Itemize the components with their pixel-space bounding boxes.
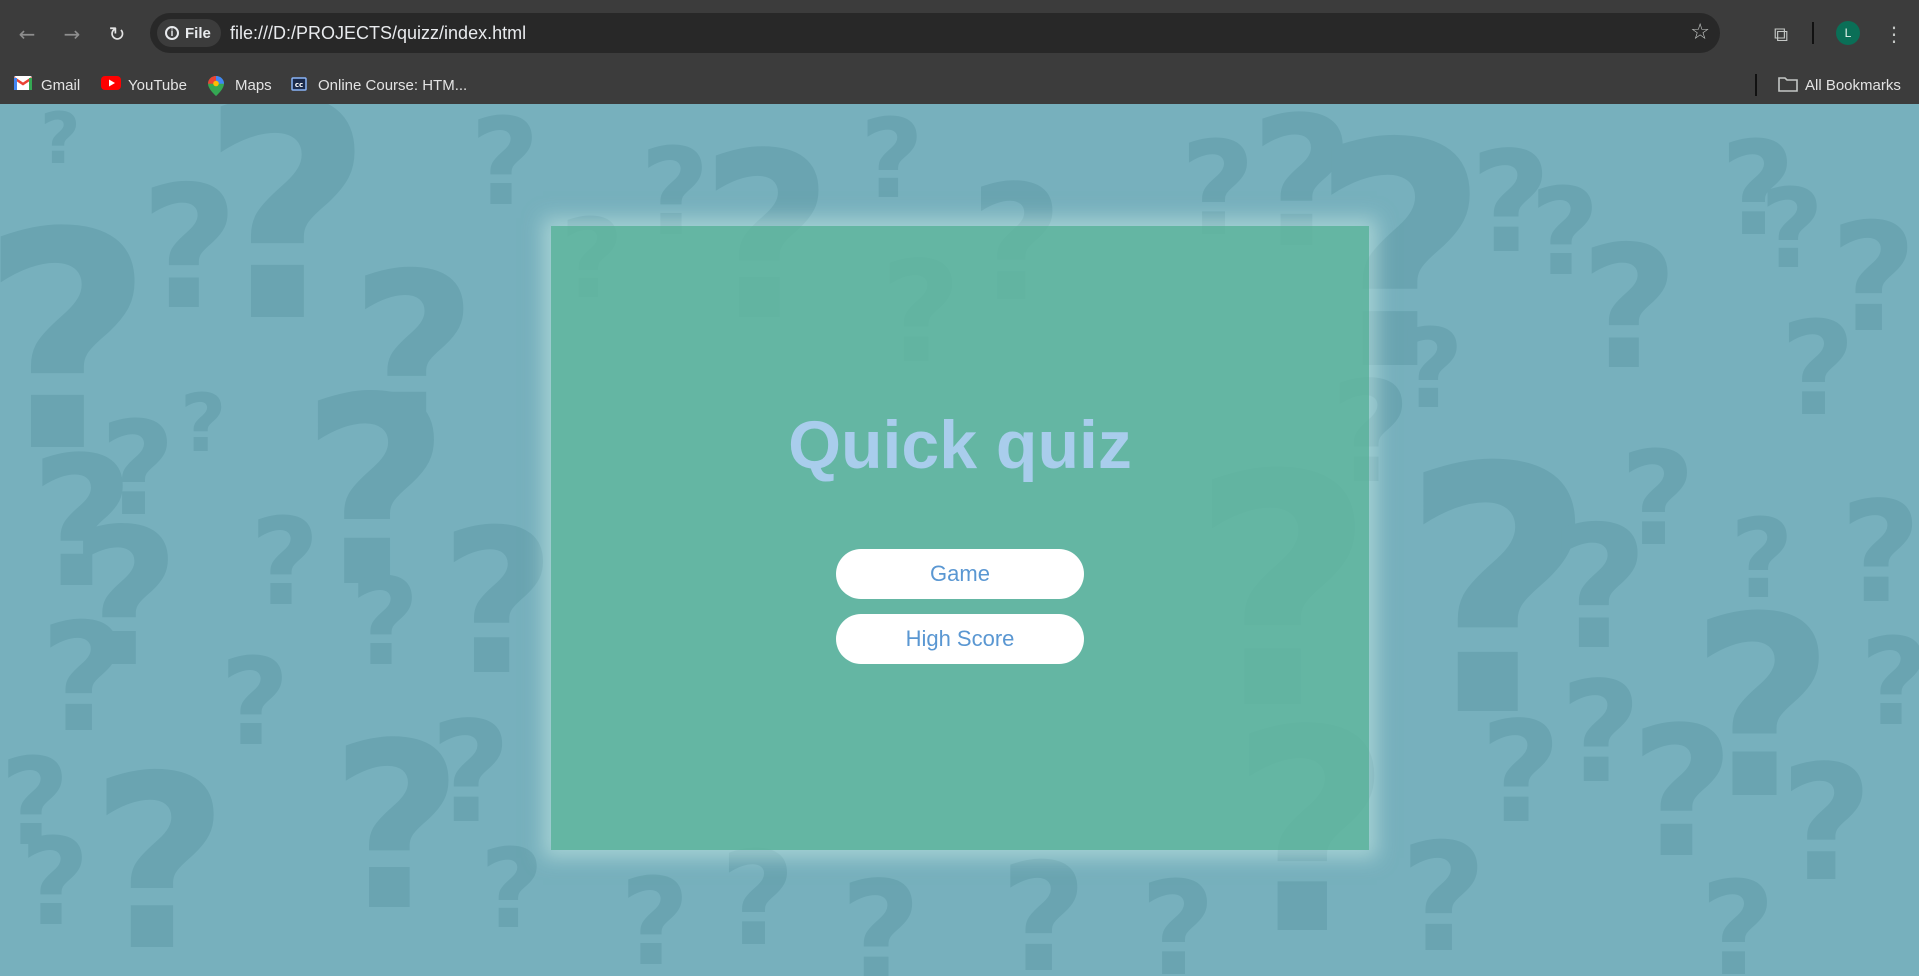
back-arrow-icon[interactable]: ← [9, 16, 45, 52]
question-mark-decoration: ? [440, 487, 557, 720]
gmail-icon [13, 76, 33, 94]
bookmark-youtube[interactable]: YouTube [101, 66, 187, 104]
url-text[interactable]: file:///D:/PROJECTS/quizz/index.html [230, 23, 526, 44]
youtube-icon [101, 76, 121, 94]
question-mark-decoration: ? [1140, 853, 1216, 976]
bookmarks-divider [1755, 74, 1757, 96]
svg-text:cc: cc [295, 81, 303, 89]
question-mark-decoration: ? [1780, 293, 1856, 445]
page-title: Quick quiz [788, 407, 1132, 483]
forward-arrow-icon[interactable]: → [54, 16, 90, 52]
quiz-card: Quick quiz Game High Score [551, 226, 1369, 850]
high-score-button[interactable]: High Score [836, 614, 1084, 664]
address-bar[interactable]: i File file:///D:/PROJECTS/quizz/index.h… [150, 13, 1720, 53]
question-mark-decoration: ? [20, 814, 90, 953]
bookmark-gmail[interactable]: Gmail [13, 66, 81, 104]
question-mark-decoration: ? [1700, 853, 1776, 976]
question-mark-decoration: ? [840, 852, 922, 976]
extensions-icon[interactable]: ⧉ [1763, 16, 1799, 52]
browser-toolbar: ← → ↻ i File file:///D:/PROJECTS/quizz/i… [0, 0, 1919, 66]
bookmark-label: Gmail [41, 76, 81, 94]
bookmark-label: YouTube [128, 76, 187, 94]
question-mark-decoration: ? [1860, 624, 1919, 744]
question-mark-decoration: ? [1840, 472, 1919, 635]
folder-icon [1778, 76, 1798, 94]
question-mark-decoration: ? [860, 104, 924, 223]
info-icon: i [165, 26, 179, 40]
question-mark-decoration: ? [1000, 832, 1088, 976]
maps-icon [208, 76, 226, 96]
bookmark-star-icon[interactable]: ☆ [1690, 20, 1710, 45]
site-info-chip[interactable]: i File [157, 19, 221, 47]
question-mark-decoration: ? [1760, 165, 1824, 293]
bookmark-label: Online Course: HTM... [318, 76, 468, 94]
reload-icon[interactable]: ↻ [99, 16, 135, 52]
game-button[interactable]: Game [836, 549, 1084, 599]
browser-chrome: ← → ↻ i File file:///D:/PROJECTS/quizz/i… [0, 0, 1919, 104]
profile-avatar[interactable]: L [1836, 21, 1860, 45]
quiz-page: ????????????????????????????????????????… [0, 104, 1919, 976]
question-mark-decoration: ? [480, 825, 544, 953]
course-icon: cc [291, 76, 309, 94]
question-mark-decoration: ? [200, 104, 375, 388]
question-mark-decoration: ? [1580, 210, 1679, 408]
bookmark-online-course[interactable]: cc Online Course: HTM... [291, 66, 467, 104]
all-bookmarks-button[interactable]: All Bookmarks [1778, 66, 1901, 104]
bookmark-maps[interactable]: Maps [208, 66, 272, 104]
question-mark-decoration: ? [470, 104, 540, 233]
all-bookmarks-label: All Bookmarks [1805, 76, 1901, 94]
menu-kebab-icon[interactable]: ⋮ [1876, 16, 1912, 52]
question-mark-decoration: ? [430, 692, 512, 855]
question-mark-decoration: ? [180, 377, 227, 470]
question-mark-decoration: ? [1480, 692, 1562, 855]
bookmark-label: Maps [235, 76, 272, 94]
question-mark-decoration: ? [1620, 423, 1696, 575]
question-mark-decoration: ? [620, 854, 690, 976]
bookmarks-bar: Gmail YouTube Maps cc Online Course: HTM… [0, 66, 1919, 104]
question-mark-decoration: ? [40, 104, 81, 180]
question-mark-decoration: ? [1780, 730, 1873, 917]
question-mark-decoration: ? [90, 724, 230, 976]
site-chip-label: File [185, 24, 211, 42]
question-mark-decoration: ? [1400, 812, 1488, 976]
question-mark-decoration: ? [350, 554, 420, 693]
toolbar-divider [1812, 22, 1814, 44]
question-mark-decoration: ? [220, 634, 290, 773]
question-mark-decoration: ? [720, 823, 796, 975]
